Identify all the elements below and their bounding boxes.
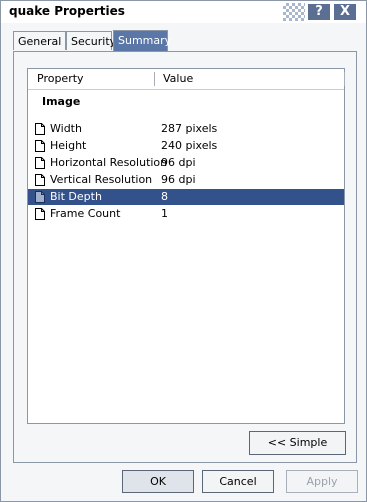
tab-summary[interactable]: Summary [113, 30, 171, 51]
document-icon [35, 208, 45, 220]
close-button[interactable]: X [334, 4, 356, 20]
tab-security[interactable]: Security [66, 31, 116, 50]
row-name: Horizontal Resolution [50, 156, 168, 169]
list-header: Property Value [28, 69, 345, 90]
apply-button[interactable]: Apply [286, 470, 358, 493]
row-name: Vertical Resolution [50, 173, 153, 186]
document-icon [35, 140, 45, 152]
properties-dialog: quake Properties ? X General Security Su… [0, 0, 367, 502]
column-separator[interactable] [344, 72, 345, 86]
simple-button[interactable]: << Simple [249, 431, 346, 455]
title-pattern [283, 3, 305, 21]
list-row-height[interactable]: Height 240 pixels [28, 138, 344, 154]
row-value: 8 [161, 190, 168, 203]
property-column-header[interactable]: Property [37, 69, 84, 89]
list-row-vertical-resolution[interactable]: Vertical Resolution 96 dpi [28, 172, 344, 188]
row-name: Frame Count [50, 207, 121, 220]
row-name: Height [50, 139, 87, 152]
help-button[interactable]: ? [308, 4, 330, 20]
row-value: 96 dpi [161, 173, 196, 186]
column-separator[interactable] [154, 72, 155, 86]
list-row-horizontal-resolution[interactable]: Horizontal Resolution 96 dpi [28, 155, 344, 171]
ok-button[interactable]: OK [122, 470, 194, 493]
value-column-header[interactable]: Value [163, 69, 193, 89]
row-name: Bit Depth [50, 190, 102, 203]
row-value: 287 pixels [161, 122, 218, 135]
row-value: 240 pixels [161, 139, 218, 152]
group-heading: Image [42, 95, 81, 108]
row-value: 1 [161, 207, 168, 220]
document-icon [35, 157, 45, 169]
list-row-frame-count[interactable]: Frame Count 1 [28, 206, 344, 222]
document-icon [35, 191, 45, 203]
property-list[interactable]: Property Value Image Width 287 pixels He… [27, 68, 345, 424]
tab-general[interactable]: General [13, 31, 66, 50]
list-row-bit-depth[interactable]: Bit Depth 8 [28, 189, 344, 205]
window-title: quake Properties [9, 4, 125, 18]
document-icon [35, 174, 45, 186]
list-row-width[interactable]: Width 287 pixels [28, 121, 344, 137]
cancel-button[interactable]: Cancel [202, 470, 274, 493]
row-name: Width [50, 122, 82, 135]
title-bar: quake Properties ? X [1, 1, 366, 23]
summary-panel: Property Value Image Width 287 pixels He… [13, 51, 357, 463]
document-icon [35, 123, 45, 135]
row-value: 96 dpi [161, 156, 196, 169]
